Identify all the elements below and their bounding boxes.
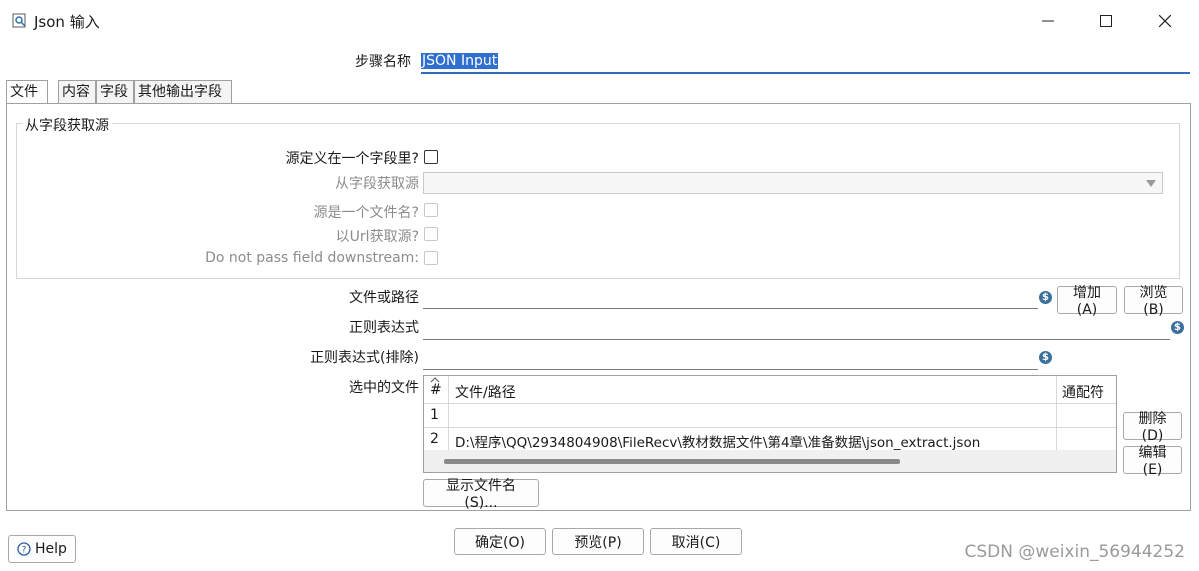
minimize-icon [1042, 20, 1054, 22]
do-not-pass-field-label: Do not pass field downstream: [205, 250, 419, 266]
do-not-pass-field-checkbox[interactable] [424, 251, 438, 265]
tab-fields[interactable]: 字段 [96, 80, 134, 104]
chevron-down-icon [1146, 180, 1156, 187]
json-input-icon [12, 13, 26, 28]
regex-exclude-input[interactable] [423, 346, 1038, 370]
preview-button[interactable]: 预览(P) [552, 528, 644, 555]
variable-icon: $ [1039, 351, 1052, 364]
maximize-icon [1100, 15, 1112, 27]
horizontal-scrollbar[interactable] [424, 450, 1116, 472]
help-icon: ? [17, 542, 31, 556]
row-number: 2 [430, 431, 439, 447]
edit-button[interactable]: 编辑(E) [1123, 445, 1182, 478]
ok-button[interactable]: 确定(O) [454, 528, 546, 555]
step-name-value: JSON Input [421, 53, 499, 69]
source-from-url-label: 以Url获取源? [335, 229, 419, 245]
column-header-wildcard[interactable]: 通配符 [1062, 382, 1104, 402]
source-in-field-label: 源定义在一个字段里? [285, 151, 419, 167]
source-is-filename-checkbox[interactable] [424, 203, 438, 217]
minimize-button[interactable] [1019, 0, 1077, 42]
scrollbar-thumb[interactable] [444, 459, 900, 464]
step-name-label: 步骤名称 [355, 54, 411, 70]
selected-files-label: 选中的文件 [349, 380, 419, 396]
regex-exclude-label: 正则表达式(排除) [310, 350, 419, 366]
regex-input[interactable] [423, 316, 1170, 340]
variable-icon: $ [1171, 321, 1184, 334]
close-icon [1159, 15, 1171, 27]
help-label: Help [35, 541, 67, 557]
group-title: 从字段获取源 [22, 115, 112, 135]
add-button[interactable]: 增加(A) [1057, 285, 1117, 318]
cancel-button[interactable]: 取消(C) [650, 528, 742, 555]
column-header-path[interactable]: 文件/路径 [455, 382, 516, 402]
show-filenames-button[interactable]: 显示文件名(S)... [423, 478, 539, 511]
tab-additional-output-fields[interactable]: 其他输出字段 [134, 80, 232, 104]
source-in-field-checkbox[interactable] [424, 150, 438, 164]
svg-text:?: ? [22, 546, 27, 556]
source-field-select[interactable] [423, 172, 1163, 194]
browse-button[interactable]: 浏览(B) [1124, 285, 1183, 318]
row-number: 1 [430, 407, 439, 423]
source-from-field-group [16, 123, 1180, 279]
source-from-url-checkbox[interactable] [424, 227, 438, 241]
row-path[interactable]: D:\程序\QQ\2934804908\FileRecv\教材数据文件\第4章\… [455, 431, 980, 451]
step-name-input[interactable]: JSON Input [421, 50, 1190, 74]
regex-label: 正则表达式 [349, 320, 419, 336]
source-from-field-label: 从字段获取源 [335, 176, 419, 192]
watermark: CSDN @weixin_56944252 [964, 542, 1185, 562]
tab-file[interactable]: 文件 [6, 80, 48, 104]
file-path-label: 文件或路径 [349, 290, 419, 306]
help-button[interactable]: ? Help [8, 535, 76, 563]
maximize-button[interactable] [1077, 0, 1135, 42]
tab-content[interactable]: 内容 [58, 80, 96, 104]
delete-button[interactable]: 删除(D) [1123, 411, 1182, 444]
column-header-number[interactable]: # [430, 382, 442, 398]
source-is-filename-label: 源是一个文件名? [313, 205, 419, 221]
file-path-input[interactable] [423, 285, 1038, 309]
close-button[interactable] [1136, 0, 1194, 42]
variable-icon: $ [1039, 291, 1052, 304]
window-title: Json 输入 [34, 13, 100, 31]
